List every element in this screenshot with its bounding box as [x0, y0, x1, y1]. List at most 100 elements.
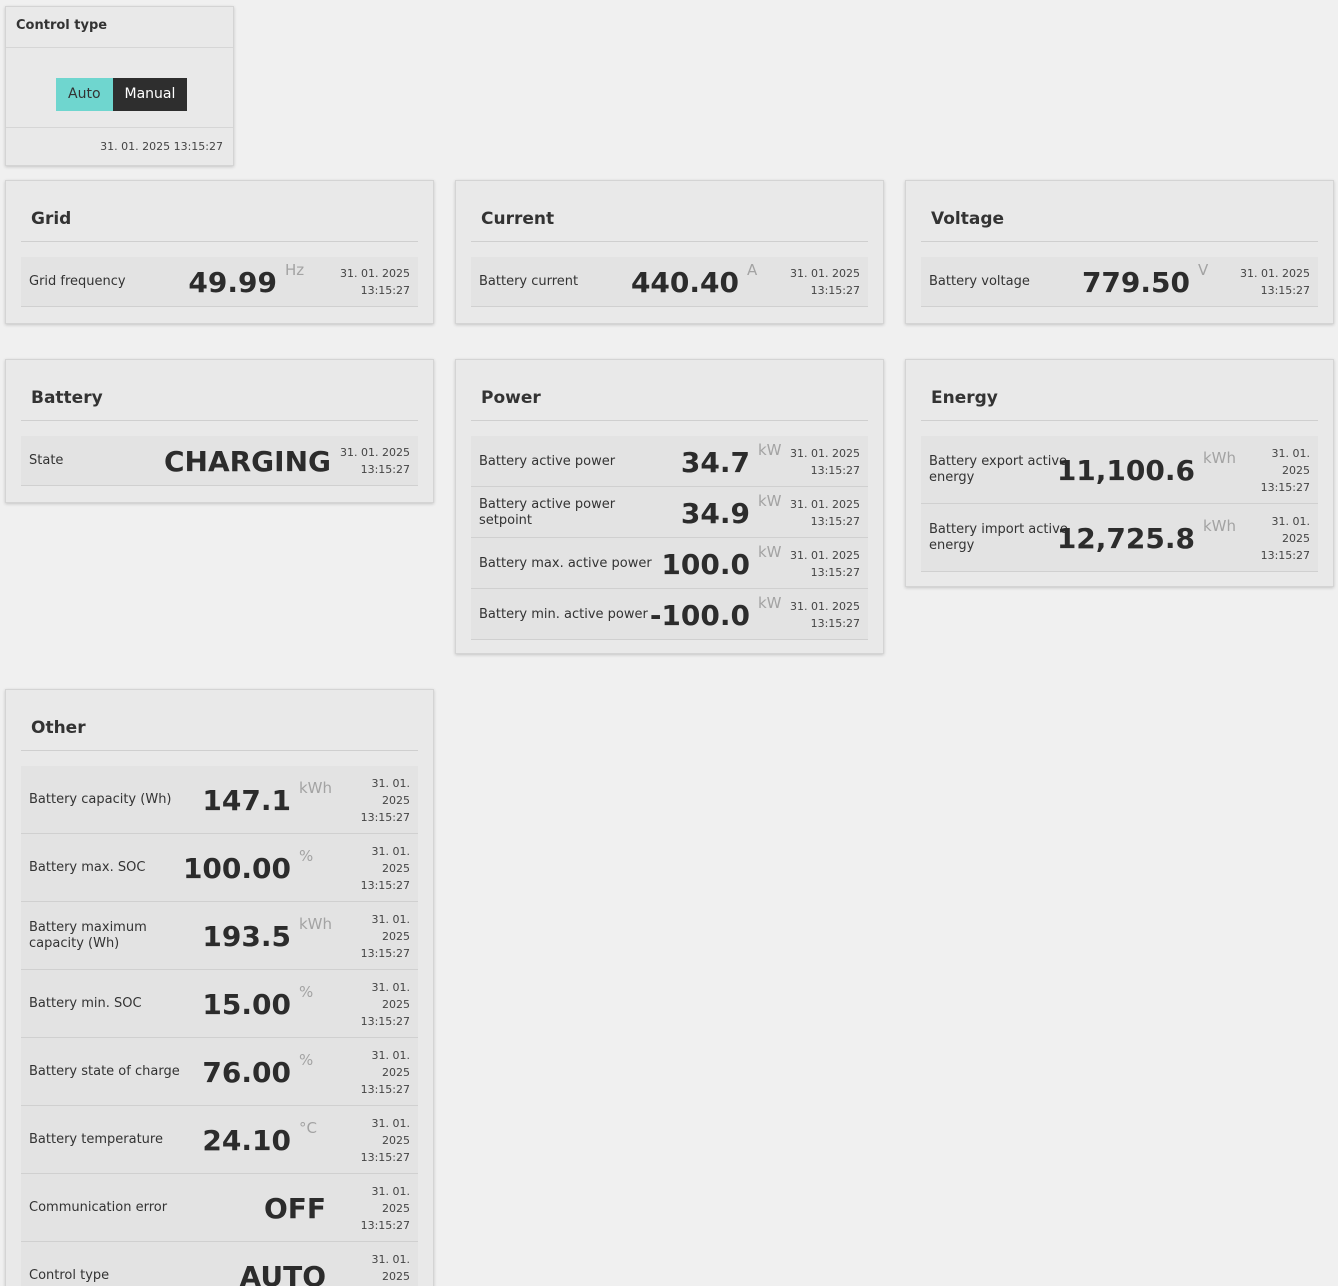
row-unit: %: [299, 983, 314, 1002]
timestamp-line: 2025: [382, 1065, 410, 1079]
row-value: 24.10: [202, 1124, 291, 1158]
data-row: Battery max. SOC 100.00% 31. 01. 2025 13:15:…: [21, 834, 418, 902]
row-timestamp: 31. 01.202513:15:27: [361, 775, 410, 826]
row-timestamp: 31. 01.202513:15:27: [361, 1115, 410, 1166]
data-row: Battery active power 34.7 kW 31. 01. 2025 13…: [471, 436, 868, 487]
row-unit: kW: [758, 542, 782, 561]
auto-button[interactable]: Auto: [56, 78, 113, 111]
divider: [21, 241, 418, 242]
row-value: 11,100.6: [1056, 454, 1195, 488]
divider: [471, 241, 868, 242]
timestamp-line: 13:15:27: [810, 514, 860, 528]
row-value: CHARGING: [163, 445, 331, 479]
data-row: Battery maximum capacity (Wh) 193.5 kWh 31.…: [21, 902, 418, 970]
row-timestamp: 31. 01. 2025 13:15:27: [1261, 513, 1310, 564]
row-value: 76.00: [202, 1056, 291, 1090]
row-label: Battery temperature: [29, 1132, 163, 1147]
row-timestamp: 31. 01. 2025 13:15:27: [790, 598, 860, 632]
manual-button[interactable]: Manual: [112, 78, 188, 111]
data-row: Battery capacity (Wh) 147.1 kWh 31. 01. 2025…: [21, 766, 418, 834]
power-card: Power Battery active power 34.7 kW 31. 01. …: [455, 359, 884, 654]
row-timestamp: 31. 01. 2025 13:15:27: [790, 445, 860, 479]
row-value: 193.5: [202, 920, 291, 954]
row-unit: A: [747, 261, 758, 280]
row-label: Battery active power: [479, 453, 616, 469]
card-title: Other: [31, 718, 86, 738]
timestamp-line: 2025: [382, 1269, 410, 1283]
timestamp-line: 2025: [382, 997, 410, 1011]
timestamp-line: 2025: [1282, 463, 1310, 477]
row-label: Battery max. active power: [479, 555, 652, 571]
data-row: Battery temperature 24.10 °C 31. 01. 2025 13:…: [21, 1106, 418, 1174]
card-title: Battery: [31, 388, 103, 408]
row-unit: kWh: [299, 779, 333, 798]
data-row: Communication error OFF 31. 01. 2025 13:15:2…: [21, 1174, 418, 1242]
row-timestamp: 31. 01.202513:15:27: [361, 1251, 410, 1286]
energy-card: Energy Battery export active energy 11,10…: [905, 359, 1334, 587]
row-value: 779.50: [1081, 266, 1190, 300]
card-title: Grid: [31, 209, 72, 229]
row-label: Battery capacity (Wh): [29, 792, 172, 807]
row-value: OFF: [263, 1192, 326, 1226]
timestamp-line: 31. 01.: [1271, 514, 1310, 528]
row-value: 147.1: [202, 784, 291, 818]
row-value: 12,725.8: [1056, 522, 1195, 556]
timestamp-line: 13:15:27: [810, 616, 860, 630]
data-row: Control type AUTO 31. 01.202513:15:27: [21, 1242, 418, 1286]
data-row: Battery min. active power -100.0 kW 31. 01.…: [471, 589, 868, 640]
timestamp-line: 13:15:27: [360, 1218, 410, 1232]
row-label: Battery import active energy: [929, 522, 1068, 553]
row-value: AUTO: [239, 1260, 326, 1286]
row-label: Battery min. SOC: [29, 996, 142, 1011]
row-timestamp: 31. 01. 2025 13:15:27: [340, 444, 410, 478]
divider: [471, 420, 868, 421]
row-unit: kWh: [1203, 449, 1237, 468]
row-label: Battery maximum capacity (Wh): [29, 920, 147, 951]
card-title: Power: [481, 388, 541, 408]
data-row: Battery import active energy 12,725.8 kWh 3…: [921, 504, 1318, 572]
battery-card: Battery State CHARGING 31. 01. 2025 13:15:2…: [5, 359, 434, 503]
timestamp-line: 31. 01. 2025: [340, 267, 410, 280]
timestamp-line: 13:15:27: [1260, 548, 1310, 562]
timestamp-line: 2025: [1282, 531, 1310, 545]
timestamp-line: 13:15:27: [360, 284, 410, 297]
divider: [21, 420, 418, 421]
timestamp-line: 31. 01.: [371, 776, 410, 790]
row-unit: kW: [758, 440, 782, 459]
row-unit: %: [299, 1051, 314, 1070]
row-timestamp: 31. 01. 2025 13:15:27: [340, 265, 410, 299]
row-label: Battery state of charge: [29, 1064, 180, 1079]
voltage-card: Voltage Battery voltage 779.50 V 31. 01. 20…: [905, 180, 1334, 324]
row-timestamp: 31. 01.202513:15:27: [361, 911, 410, 962]
data-row: Battery max. active power 100.0 kW 31. 01. …: [471, 538, 868, 589]
row-timestamp: 31. 01.202513:15:27: [1261, 445, 1310, 496]
timestamp-line: 31. 01.: [371, 1048, 410, 1062]
row-label: Control type: [29, 1268, 110, 1283]
data-row: Battery voltage 779.50 V 31. 01. 2025 13:15:…: [921, 257, 1318, 307]
card-title: Current: [481, 209, 555, 229]
timestamp-line: 2025: [382, 861, 410, 875]
timestamp-line: 13:15:27: [360, 1082, 410, 1096]
timestamp-line: 2025: [382, 1201, 410, 1215]
data-row: Battery active power setpoint 34.9 kW 31. 0…: [471, 487, 868, 538]
grid-card: Grid Grid frequency 49.99 Hz 31. 01. 2025 13…: [5, 180, 434, 324]
timestamp-line: 31. 01. 2025: [790, 446, 860, 460]
other-card: Other Battery capacity (Wh) 147.1 kWh 31. 0…: [5, 689, 434, 1286]
timestamp-line: 31. 01.: [371, 1116, 410, 1130]
data-row: Battery state of charge 76.00% 31. 01. 2025…: [21, 1038, 418, 1106]
divider: [921, 241, 1318, 242]
timestamp-line: 13:15:27: [360, 810, 410, 824]
row-timestamp: 31. 01.202513:15:27: [361, 1183, 410, 1234]
row-timestamp: 31. 01. 2025 13:15:27: [790, 496, 860, 530]
data-row: Grid frequency 49.99 Hz 31. 01. 2025 13:15:2…: [21, 257, 418, 307]
control-type-toggle: Auto Manual: [56, 78, 188, 111]
row-unit: °C: [299, 1119, 317, 1138]
timestamp-line: 13:15:27: [810, 284, 860, 297]
timestamp-line: 13:15:27: [1260, 480, 1310, 494]
control-type-timestamp: 31. 01. 2025 13:15:27: [6, 127, 233, 153]
row-timestamp: 31. 01.202513:15:27: [361, 979, 410, 1030]
row-timestamp: 31. 01.202513:15:27: [361, 843, 410, 894]
current-card: Current Battery current 440.40 A 31. 01. 20…: [455, 180, 884, 324]
row-unit: kWh: [299, 915, 333, 934]
control-type-widget: Control type Auto Manual 31. 01. 2025 13…: [5, 6, 234, 166]
